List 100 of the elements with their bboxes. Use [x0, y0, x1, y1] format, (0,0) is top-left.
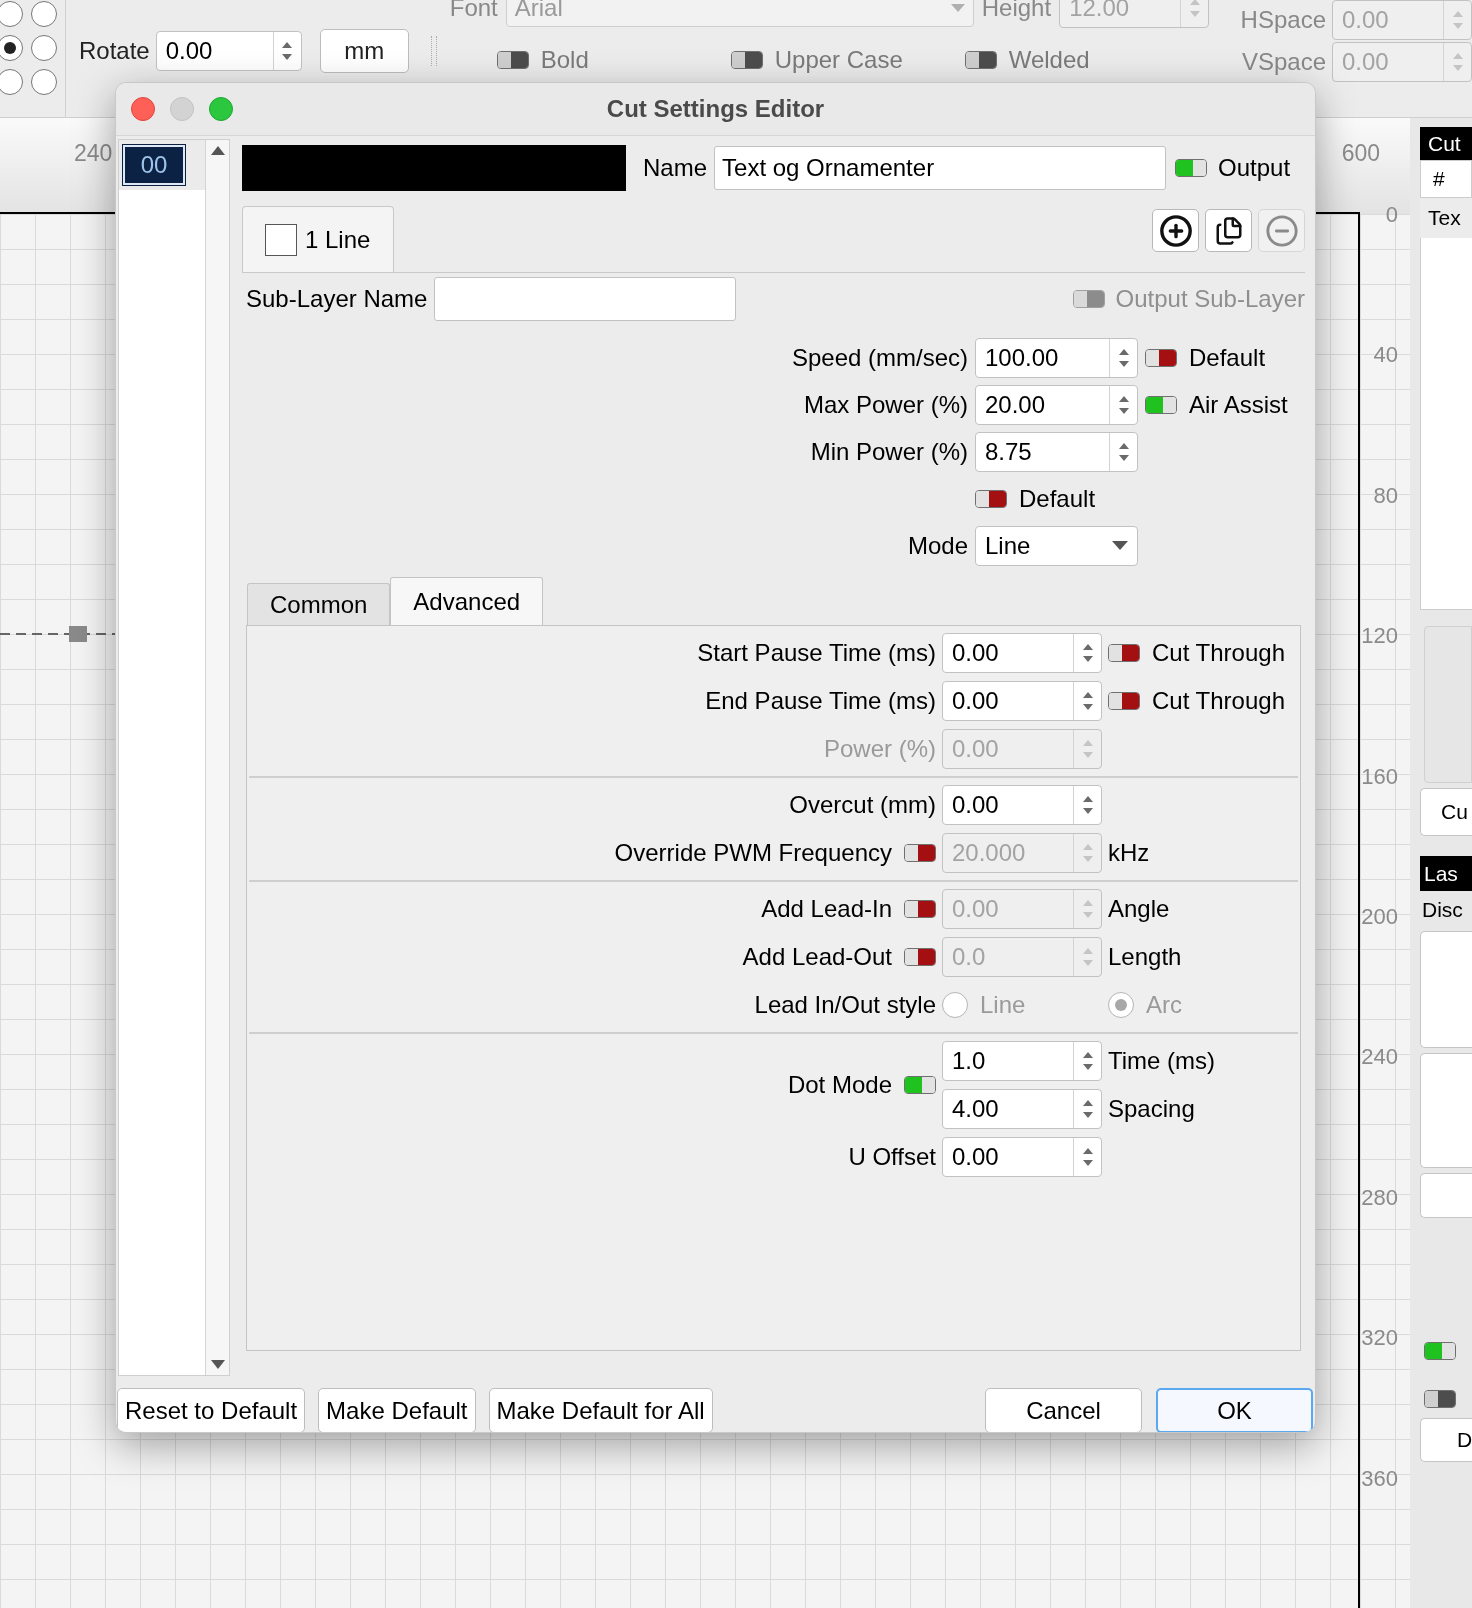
footer-button[interactable]: Make Default [318, 1388, 476, 1432]
anchor-radio[interactable] [0, 69, 23, 95]
toggle-switch[interactable] [904, 1076, 936, 1094]
spin-box[interactable]: 1.0 [942, 1041, 1102, 1081]
name-field[interactable]: Text og Ornamenter [714, 146, 1167, 190]
field-label: Add Lead-In [761, 894, 892, 924]
add-icon [1158, 213, 1193, 248]
toggle-switch[interactable] [1424, 1342, 1456, 1360]
scroll-down-icon[interactable] [210, 1360, 225, 1369]
field-label: Dot Mode [787, 1070, 892, 1100]
tab[interactable]: Common [247, 583, 391, 625]
panel-header: Las [1420, 856, 1472, 891]
remove-icon [1264, 213, 1299, 248]
toggle-switch[interactable] [964, 51, 997, 69]
ruler-number: 200 [1361, 906, 1398, 928]
name-label: Name [643, 153, 708, 183]
anchor-radio[interactable] [0, 35, 23, 61]
unit-label: Length [1108, 942, 1182, 972]
panel-header: Cut [1420, 127, 1472, 160]
toggle-switch[interactable] [1424, 1390, 1456, 1408]
toggle-label: Output Sub-Layer [1115, 284, 1305, 314]
footer-button[interactable]: Reset to Default [117, 1388, 306, 1432]
mode-dropdown[interactable]: Line [975, 525, 1138, 566]
toggle-label: Output [1218, 153, 1291, 183]
sub-layer-tab[interactable]: 1 Line [242, 206, 394, 272]
footer-button[interactable]: OK [1156, 1388, 1313, 1432]
toggle-label: Cut Through [1152, 638, 1285, 668]
spin-box[interactable]: 20.00 [975, 384, 1138, 425]
field-label: Mode [907, 530, 968, 561]
spin-box[interactable]: 8.75 [975, 431, 1138, 472]
toggle-switch[interactable] [1108, 692, 1140, 710]
spin-box[interactable]: 100.00 [975, 337, 1138, 378]
unit-label: Time (ms) [1108, 1046, 1216, 1076]
toggle-switch[interactable] [975, 489, 1007, 508]
toggle-switch[interactable] [1108, 644, 1140, 662]
toggle-switch[interactable] [1145, 395, 1177, 414]
grip-handle[interactable] [430, 36, 437, 66]
ruler-number: 360 [1361, 1467, 1398, 1490]
anchor-radio[interactable] [0, 1, 23, 27]
close-button[interactable] [131, 97, 155, 121]
ruler-number: 80 [1373, 484, 1398, 507]
anchor-radio[interactable] [31, 1, 57, 27]
toggle-label: Default [1189, 342, 1266, 373]
spin-box[interactable]: 0.00 [942, 785, 1102, 825]
caret-icon [950, 4, 965, 12]
field-label: Min Power (%) [810, 436, 968, 467]
ruler-number: 240 [1361, 1046, 1398, 1069]
spin-box[interactable]: 4.00 [942, 1089, 1102, 1129]
field-label: U Offset [848, 1142, 936, 1172]
spin-box[interactable]: 0.00 [942, 681, 1102, 721]
field-label: Sub-Layer Name [246, 284, 428, 314]
toggle-label: Cut Through [1152, 686, 1285, 716]
unit-button[interactable]: mm [319, 29, 409, 73]
toggle-label: Default [1019, 483, 1096, 514]
toggle-switch[interactable] [1175, 159, 1208, 177]
field-label: Speed (mm/sec) [791, 342, 968, 373]
spacing-label: VSpace [1240, 47, 1326, 77]
spin-box[interactable]: 0.00 [942, 633, 1102, 673]
toggle-switch[interactable] [1145, 348, 1177, 367]
scroll-up-icon[interactable] [210, 146, 225, 155]
field-label: Lead In/Out style [754, 990, 936, 1020]
toggle-switch[interactable] [496, 51, 529, 69]
checkbox[interactable] [265, 223, 297, 256]
ruler-number: 160 [1361, 765, 1398, 788]
scrollbar[interactable] [205, 140, 229, 1375]
panel-button[interactable]: D [1420, 1418, 1472, 1462]
zoom-button[interactable] [209, 97, 233, 121]
unit-label: Spacing [1108, 1094, 1195, 1124]
field-label: End Pause Time (ms) [705, 686, 936, 716]
ruler-number: 600 [1341, 139, 1380, 168]
footer-button[interactable]: Cancel [985, 1388, 1142, 1432]
toggle-switch[interactable] [730, 51, 763, 69]
anchor-radio[interactable] [31, 69, 57, 95]
anchor-radio[interactable] [31, 35, 57, 61]
ruler-number: 240 [74, 139, 113, 168]
field-label: Start Pause Time (ms) [697, 638, 936, 668]
ruler-number: 280 [1361, 1186, 1398, 1209]
tab[interactable]: Advanced [390, 577, 544, 625]
spin-box[interactable]: 0.00 [155, 31, 302, 71]
cuts-button[interactable]: Cu [1420, 788, 1472, 836]
layer-color-swatch[interactable] [242, 145, 626, 191]
caret-icon [1112, 541, 1128, 550]
rotate-label: Rotate [79, 36, 150, 66]
field-label: Power (%) [823, 734, 936, 764]
field-label: Overcut (mm) [789, 790, 936, 820]
toggle-label: Upper Case [774, 45, 903, 75]
section-label: Disc [1421, 896, 1464, 923]
copy-sub-layer-button[interactable] [1205, 209, 1252, 252]
spin-box[interactable]: 0.00 [942, 1137, 1102, 1177]
table-cell: Tex [1420, 198, 1472, 238]
column-header: # [1420, 160, 1472, 198]
footer-button[interactable]: Make Default for All [488, 1388, 713, 1432]
ruler-number: 320 [1361, 1327, 1398, 1350]
layer-item[interactable]: 00 [123, 145, 185, 185]
ruler-number: 0 [1385, 204, 1398, 226]
unit-label: Angle [1108, 894, 1170, 924]
ruler-number: 40 [1373, 344, 1398, 367]
add-sub-layer-button[interactable] [1152, 209, 1199, 252]
sub-layer-name-field[interactable] [434, 277, 737, 321]
toggle-label: Welded [1008, 45, 1090, 75]
